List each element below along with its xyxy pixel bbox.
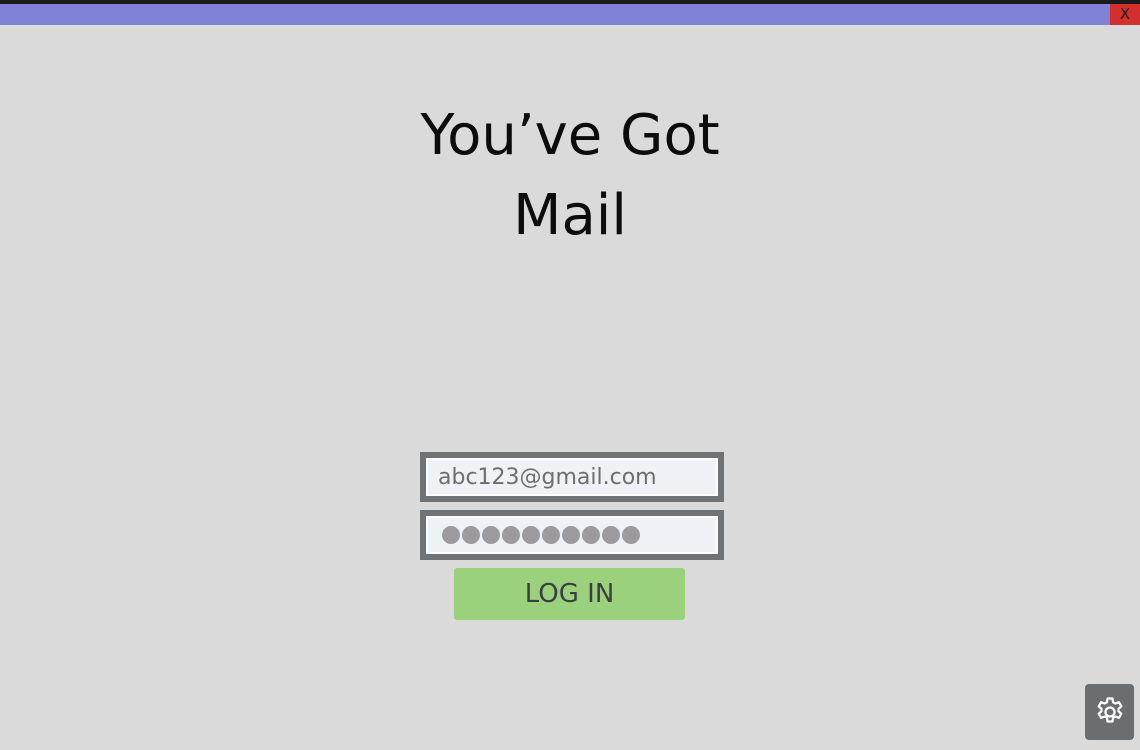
app-title-line-1: You’ve Got	[420, 103, 720, 168]
email-field[interactable]: abc123@gmail.com	[420, 452, 724, 502]
password-mask-dot	[442, 526, 460, 544]
app-title: You’ve Got Mail	[370, 96, 770, 256]
app-title-line-2: Mail	[513, 183, 627, 248]
close-button[interactable]: X	[1110, 4, 1140, 25]
password-mask-dot	[502, 526, 520, 544]
password-mask-dot	[462, 526, 480, 544]
login-button[interactable]: LOG IN	[454, 568, 685, 620]
password-mask	[438, 526, 640, 544]
app-window: X You’ve Got Mail abc123@gmail.com LOG I…	[0, 0, 1140, 750]
email-input[interactable]: abc123@gmail.com	[426, 458, 718, 496]
title-bar[interactable]	[0, 4, 1140, 25]
gear-icon	[1097, 697, 1122, 723]
password-mask-dot	[482, 526, 500, 544]
password-input[interactable]	[426, 516, 718, 554]
password-mask-dot	[622, 526, 640, 544]
password-mask-dot	[602, 526, 620, 544]
password-field[interactable]	[420, 510, 724, 560]
password-mask-dot	[542, 526, 560, 544]
settings-button[interactable]	[1085, 684, 1134, 740]
password-mask-dot	[582, 526, 600, 544]
password-mask-dot	[522, 526, 540, 544]
password-mask-dot	[562, 526, 580, 544]
